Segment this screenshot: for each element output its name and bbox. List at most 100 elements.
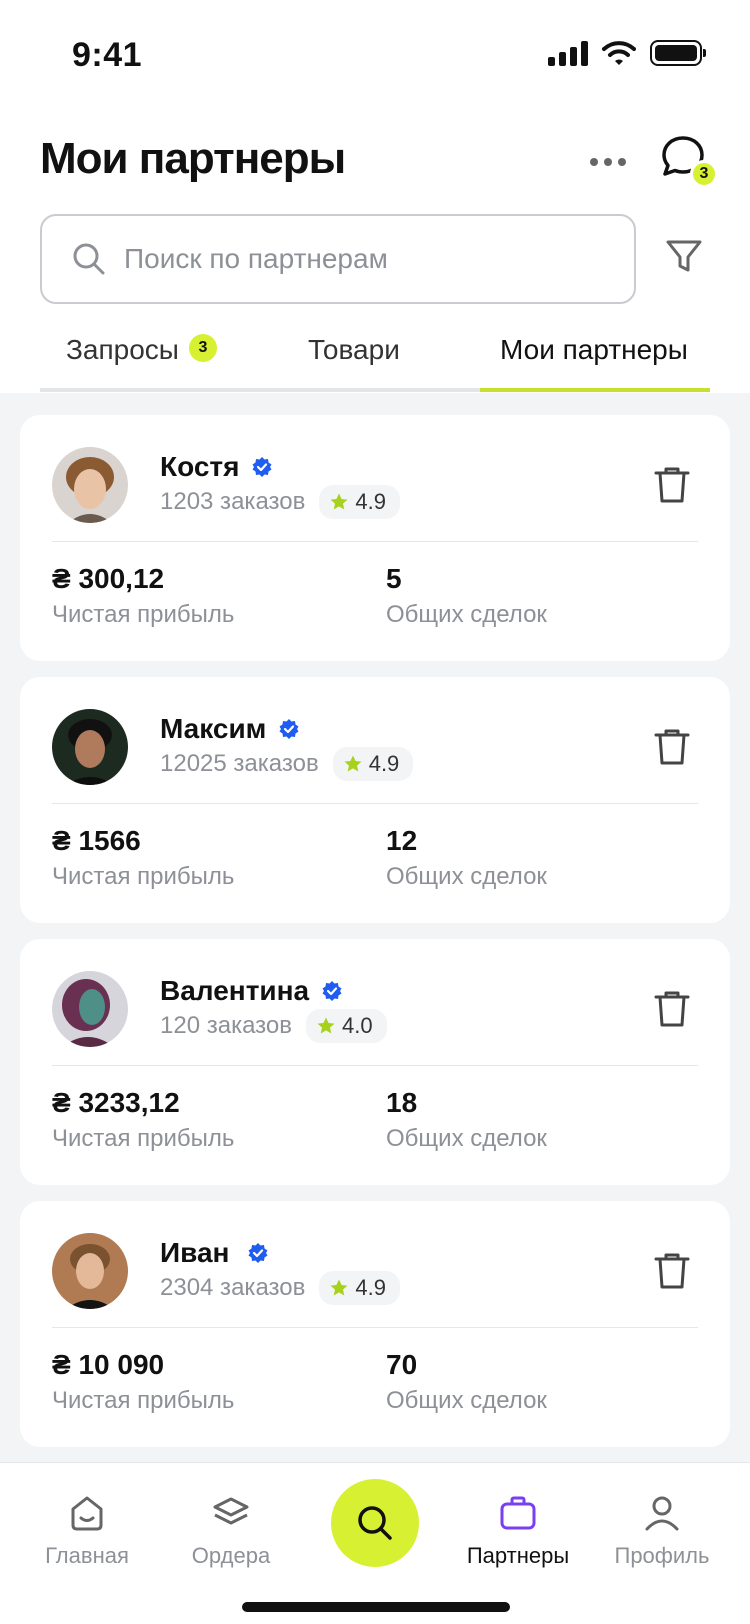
tab-label: Товари	[308, 334, 400, 365]
tab-bar: Запросы 3 Товари Мои партнеры	[40, 334, 710, 392]
nav-label: Главная	[45, 1543, 129, 1568]
deals-value: 70	[386, 1349, 418, 1380]
partner-name: Валентина	[160, 975, 310, 1006]
net-profit-value: ₴ 1566	[52, 825, 141, 856]
search-input[interactable]	[124, 243, 604, 275]
card-divider	[52, 803, 698, 804]
nav-search-button[interactable]	[331, 1479, 419, 1567]
verified-badge-icon	[279, 719, 299, 739]
rating-value: 4.9	[355, 1275, 386, 1300]
avatar	[52, 1233, 128, 1309]
verified-badge-icon	[248, 1243, 268, 1263]
filter-icon	[666, 240, 702, 272]
nav-partners[interactable]: Партнеры	[448, 1493, 588, 1569]
chat-badge: 3	[690, 160, 718, 188]
net-profit-value: ₴ 10 090	[52, 1349, 165, 1380]
net-profit-value: ₴ 300,12	[52, 563, 165, 594]
avatar	[52, 709, 128, 785]
partner-card[interactable]: Костя 1203 заказов 4.9 ₴ 300,12 Чистая п…	[20, 415, 730, 661]
home-indicator	[242, 1602, 510, 1612]
orders-count: 2304 заказов	[160, 1274, 306, 1301]
verified-badge-icon	[252, 457, 272, 477]
rating-badge: 4.9	[319, 485, 400, 519]
tab-requests[interactable]: Запросы 3	[66, 334, 217, 392]
nav-orders[interactable]: Ордера	[161, 1493, 301, 1569]
tab-requests-badge: 3	[188, 334, 217, 362]
more-dot-icon	[618, 158, 626, 166]
partner-name: Иван	[160, 1237, 230, 1268]
rating-value: 4.0	[342, 1013, 373, 1038]
chat-button[interactable]: 3	[660, 134, 718, 190]
rating-value: 4.9	[355, 489, 386, 514]
star-icon	[317, 1017, 335, 1034]
battery-icon	[650, 40, 706, 66]
partner-card[interactable]: Иван 2304 заказов 4.9 ₴ 10 090 Чистая пр…	[20, 1201, 730, 1447]
partner-card[interactable]: Валентина 120 заказов 4.0 ₴ 3233,12 Чист…	[20, 939, 730, 1185]
avatar	[52, 971, 128, 1047]
orders-row: 12025 заказов 4.9	[160, 747, 414, 781]
deals-label: Общих сделок	[386, 1125, 547, 1152]
orders-count: 12025 заказов	[160, 750, 319, 777]
card-divider	[52, 1327, 698, 1328]
more-dot-icon	[590, 158, 598, 166]
trash-icon	[654, 1253, 690, 1289]
delete-partner-button[interactable]	[650, 987, 694, 1031]
status-icons	[548, 40, 706, 66]
bottom-nav: Главная Ордера Партнеры Профиль	[0, 1462, 750, 1624]
delete-partner-button[interactable]	[650, 1249, 694, 1293]
rating-value: 4.9	[368, 751, 400, 776]
deals-value: 18	[386, 1087, 418, 1118]
signal-icon	[548, 40, 588, 66]
partner-name-row: Иван	[160, 1237, 269, 1269]
card-divider	[52, 1065, 698, 1066]
partner-name: Максим	[160, 713, 267, 744]
tab-active-indicator	[480, 388, 710, 392]
briefcase-icon	[500, 1496, 536, 1530]
star-icon	[344, 755, 362, 772]
tab-my-partners[interactable]: Мои партнеры	[500, 334, 688, 392]
tab-label: Запросы	[66, 334, 179, 365]
status-time: 9:41	[72, 36, 143, 74]
orders-row: 1203 заказов 4.9	[160, 485, 400, 519]
deals-label: Общих сделок	[386, 1387, 547, 1414]
deals-value: 5	[386, 563, 402, 594]
rating-badge: 4.9	[319, 1271, 400, 1305]
partner-card[interactable]: Максим 12025 заказов 4.9 ₴ 1566 Чистая п…	[20, 677, 730, 923]
nav-label: Партнеры	[466, 1543, 570, 1568]
deals-label: Общих сделок	[386, 601, 547, 628]
delete-partner-button[interactable]	[650, 463, 694, 507]
deals-value: 12	[386, 825, 418, 856]
star-icon	[330, 493, 348, 510]
partner-name-row: Валентина	[160, 975, 343, 1007]
partner-name-row: Максим	[160, 713, 300, 745]
partner-name-row: Костя	[160, 451, 273, 483]
delete-partner-button[interactable]	[650, 725, 694, 769]
search-icon	[73, 243, 105, 275]
net-profit-label: Чистая прибыль	[52, 1125, 235, 1152]
orders-row: 2304 заказов 4.9	[160, 1271, 400, 1305]
more-button[interactable]	[586, 140, 630, 184]
card-divider	[52, 541, 698, 542]
verified-badge-icon	[322, 981, 342, 1001]
home-icon	[71, 1496, 103, 1531]
search-icon	[358, 1506, 392, 1540]
page-title: Мои партнеры	[40, 134, 346, 183]
layers-icon	[213, 1497, 249, 1525]
tab-label: Мои партнеры	[500, 334, 688, 365]
wifi-icon	[602, 41, 636, 65]
trash-icon	[654, 467, 690, 503]
filter-button[interactable]	[664, 236, 708, 280]
more-dot-icon	[604, 158, 612, 166]
star-icon	[330, 1279, 348, 1296]
nav-label: Ордера	[191, 1543, 271, 1568]
tab-products[interactable]: Товари	[308, 334, 400, 392]
orders-count: 120 заказов	[160, 1012, 292, 1039]
net-profit-label: Чистая прибыль	[52, 863, 235, 890]
net-profit-value: ₴ 3233,12	[52, 1087, 180, 1118]
orders-row: 120 заказов 4.0	[160, 1009, 387, 1043]
net-profit-label: Чистая прибыль	[52, 1387, 235, 1414]
nav-home[interactable]: Главная	[17, 1493, 157, 1569]
trash-icon	[654, 729, 690, 765]
orders-count: 1203 заказов	[160, 488, 306, 515]
nav-profile[interactable]: Профиль	[592, 1493, 732, 1569]
